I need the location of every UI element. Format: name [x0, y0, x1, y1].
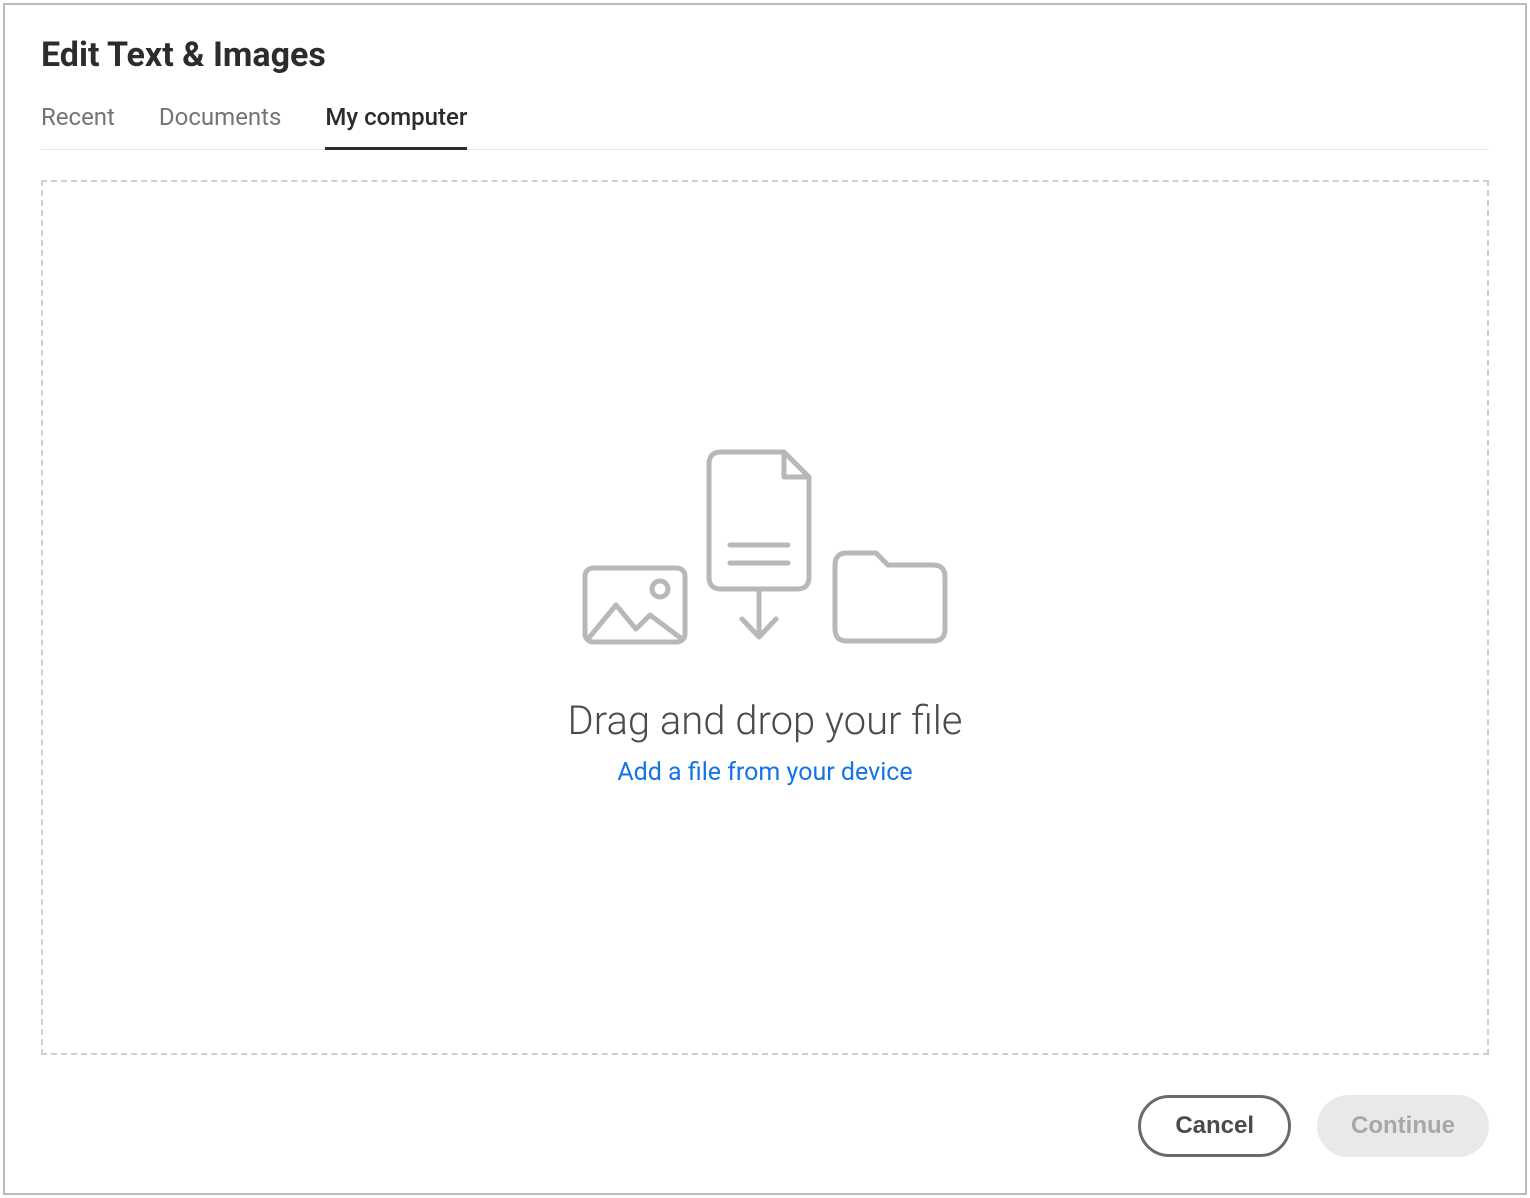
tab-label: Recent	[41, 103, 115, 131]
folder-icon	[832, 547, 948, 649]
dropzone-icon-group	[582, 449, 948, 649]
tab-my-computer[interactable]: My computer	[325, 103, 467, 149]
continue-button: Continue	[1317, 1095, 1489, 1157]
document-download-icon	[706, 449, 814, 649]
dialog-title: Edit Text & Images	[41, 35, 1489, 75]
tab-recent[interactable]: Recent	[41, 103, 115, 149]
tab-bar: Recent Documents My computer	[41, 103, 1489, 150]
dialog-footer: Cancel Continue	[41, 1095, 1489, 1157]
add-file-link[interactable]: Add a file from your device	[617, 758, 912, 787]
tab-label: Documents	[159, 103, 282, 131]
cancel-button[interactable]: Cancel	[1138, 1095, 1291, 1157]
image-icon	[582, 565, 688, 649]
file-dropzone[interactable]: Drag and drop your file Add a file from …	[41, 180, 1489, 1055]
tab-label: My computer	[325, 103, 467, 131]
tab-documents[interactable]: Documents	[159, 103, 282, 149]
dropzone-main-text: Drag and drop your file	[568, 697, 963, 744]
edit-text-images-dialog: Edit Text & Images Recent Documents My c…	[3, 3, 1527, 1195]
